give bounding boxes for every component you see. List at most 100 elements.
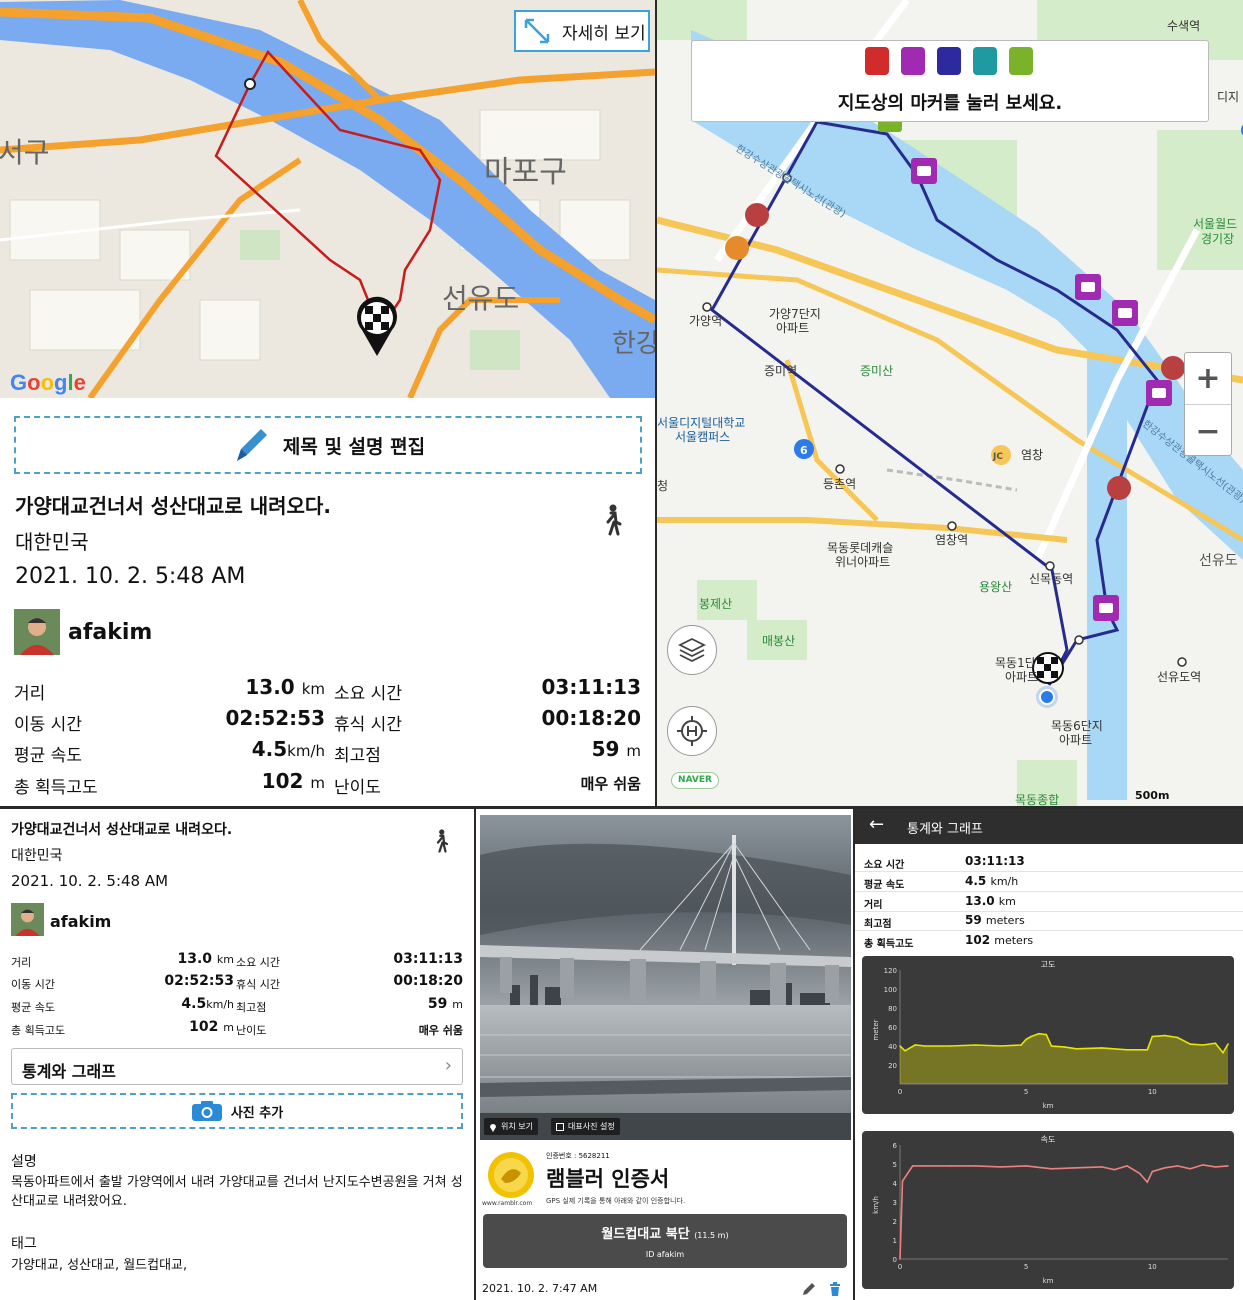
difficulty-value: 매우 쉬움: [580, 775, 641, 793]
elevation-chart-svg: 고도 20 40 60 80 100 120 0 5 10 km meter: [872, 960, 1229, 1110]
stat-value: 13.0 km: [245, 675, 325, 699]
home-location-button[interactable]: [667, 706, 717, 756]
naver-logo: NAVER: [671, 772, 719, 789]
photo-marker-icon[interactable]: [1112, 300, 1138, 326]
data-point: [1075, 1048, 1078, 1050]
jc-label: JC: [992, 452, 1003, 462]
x-axis-label: km: [1043, 1277, 1054, 1285]
data-point: [1101, 1047, 1103, 1049]
stat-row: 총 획득고도 102 m 난이도 매우 쉬움: [0, 1017, 474, 1039]
data-point: [1045, 1033, 1048, 1036]
add-photo-label: 사진 추가: [230, 1105, 284, 1121]
map-label: 서울월드: [1193, 217, 1237, 231]
stat-label: 이동 시간: [14, 715, 82, 735]
photo-marker-icon[interactable]: [1093, 595, 1119, 621]
edit-title-description-button[interactable]: 제목 및 설명 편집: [14, 416, 642, 474]
detail-view-label: 자세히 보기: [562, 23, 646, 44]
audio-marker-icon[interactable]: [973, 47, 997, 75]
stat-row: 평균 속도 4.5 km/h: [855, 872, 1243, 892]
map-label: 서구: [0, 136, 50, 169]
description-text: 목동아파트에서 출발 가양역에서 내려 가양대교를 건너서 난지도수변공원을 거…: [11, 1175, 463, 1209]
stat-value: 102 m: [261, 769, 325, 793]
layers-button[interactable]: [667, 625, 717, 675]
current-location-icon: [1036, 686, 1058, 708]
photo-marker-icon[interactable]: [1146, 380, 1172, 406]
user-avatar[interactable]: [11, 903, 44, 936]
map-label: 위너아파트: [835, 555, 890, 569]
zoom-in-button[interactable]: +: [1185, 353, 1231, 405]
stat-row: 거리 13.0 km: [855, 892, 1243, 912]
stat-row: 총 획득고도 102 m 난이도 매우 쉬움: [0, 767, 655, 798]
map-label: 등촌역: [823, 477, 856, 491]
stat-label: 휴식 시간: [236, 978, 280, 991]
detail-view-button[interactable]: 자세히 보기: [514, 10, 650, 52]
overview-card: 서구 마포구 선유도 한강 자세히 보기 Google 제목 및 설명 편집 가…: [0, 0, 655, 806]
trash-icon[interactable]: [829, 1282, 841, 1296]
google-map[interactable]: 서구 마포구 선유도 한강: [0, 0, 655, 398]
map-label: 가양7단지: [769, 307, 821, 321]
data-point: [974, 1165, 977, 1167]
stat-value: 13.0 km: [177, 951, 234, 967]
expand-icon: [524, 18, 550, 44]
photo-datetime: 2021. 10. 2. 7:47 AM: [482, 1282, 598, 1295]
cert-number: 인증번호 : 5628211: [546, 1152, 610, 1160]
edit-button-label: 제목 및 설명 편집: [282, 435, 426, 458]
walking-icon: [606, 504, 622, 536]
map-label: 신목동역: [1029, 572, 1073, 586]
bridge-photo[interactable]: [480, 815, 851, 1140]
stat-value: 59 meters: [965, 913, 1025, 927]
map-label: 매봉산: [762, 634, 795, 648]
speed-chart: 속도 0 1 2 3 4 5 6 0 5 10 km km/h: [862, 1131, 1234, 1289]
y-tick-label: 40: [888, 1043, 897, 1051]
map-label: 아파트: [776, 321, 809, 335]
set-cover-photo-button[interactable]: 대표사진 설정: [551, 1118, 620, 1135]
map-label: 아파트: [1059, 733, 1092, 747]
data-point: [899, 1045, 901, 1047]
data-point: [1176, 1036, 1179, 1039]
username[interactable]: afakim: [68, 620, 152, 645]
walking-icon: [436, 829, 449, 853]
video-marker-icon[interactable]: [937, 47, 961, 75]
data-point: [1126, 1165, 1128, 1167]
stat-row: 이동 시간 02:52:53 휴식 시간 00:18:20: [0, 704, 655, 735]
data-point: [899, 1258, 901, 1260]
data-point: [1037, 1032, 1040, 1035]
back-arrow-icon[interactable]: ←: [869, 814, 884, 835]
user-avatar[interactable]: [14, 609, 60, 655]
flag-marker-icon[interactable]: [865, 47, 889, 75]
view-location-button[interactable]: 위치 보기: [484, 1118, 538, 1135]
y-tick-label: 3: [893, 1199, 897, 1207]
map-label: 목동종합: [1015, 793, 1059, 806]
stat-label: 최고점: [236, 1001, 267, 1014]
zoom-out-button[interactable]: −: [1185, 405, 1231, 457]
username[interactable]: afakim: [50, 912, 111, 931]
stat-value: 59 m: [427, 996, 463, 1012]
stats-graph-link[interactable]: 통계와 그래프 ›: [11, 1048, 463, 1085]
map-label: 가양역: [689, 314, 722, 328]
stat-label: 거리: [14, 684, 46, 704]
y-tick-label: 2: [893, 1218, 897, 1226]
data-point: [1222, 1051, 1224, 1054]
y-tick-label: 6: [893, 1142, 898, 1150]
photo-marker-icon[interactable]: [901, 47, 925, 75]
photo-marker-icon[interactable]: [911, 158, 937, 184]
stats-link-label: 통계와 그래프: [22, 1062, 116, 1081]
naver-map-panel[interactable]: 6 JC 수색역 디지 서울월드 경기장 가양7단지 아파트 가양역 증미역 증…: [657, 0, 1243, 806]
map-label: 염창: [1021, 448, 1043, 462]
stat-label: 총 획득고도: [864, 939, 914, 950]
cert-location: 월드컵대교 북단: [601, 1227, 690, 1242]
stat-value: 102 meters: [965, 933, 1034, 947]
memo-marker-icon[interactable]: [1009, 47, 1033, 75]
speed-chart-svg: 속도 0 1 2 3 4 5 6 0 5 10 km km/h: [872, 1135, 1229, 1285]
stat-label: 소요 시간: [334, 684, 402, 704]
camera-icon: [191, 1101, 222, 1121]
data-point: [1214, 1042, 1217, 1044]
data-point: [901, 1180, 904, 1182]
stat-label: 총 획득고도: [11, 1024, 66, 1037]
data-point: [949, 1165, 952, 1167]
y-tick-label: 100: [884, 986, 897, 994]
pencil-icon[interactable]: [802, 1282, 816, 1296]
photo-marker-icon[interactable]: [1075, 274, 1101, 300]
add-photo-button[interactable]: 사진 추가: [11, 1093, 463, 1129]
stat-label: 난이도: [236, 1024, 267, 1037]
